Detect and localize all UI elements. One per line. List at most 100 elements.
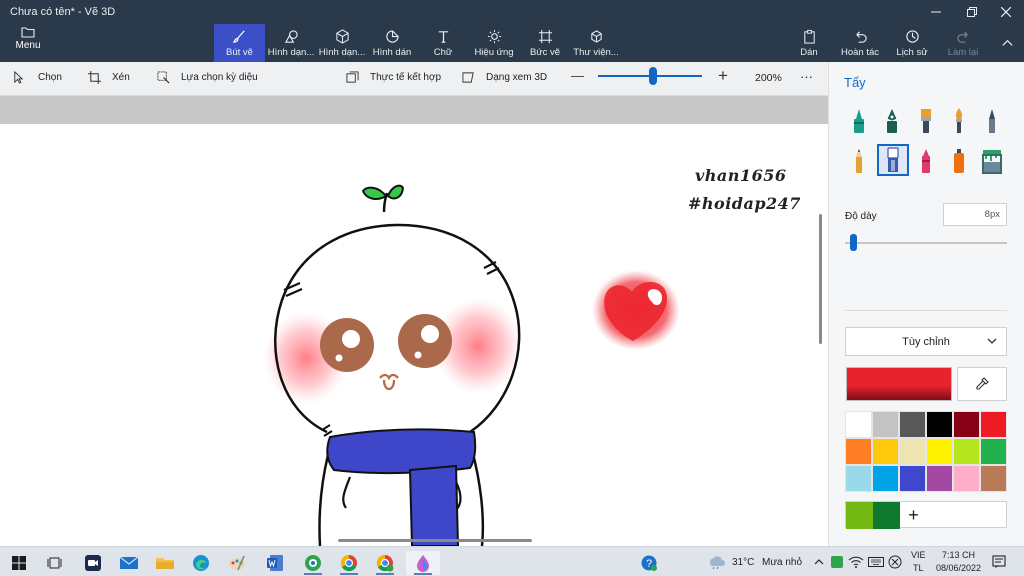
taskbar-app-mail[interactable] <box>112 551 146 575</box>
tool-label: Hiệu ứng <box>474 46 514 58</box>
tray-app-icon[interactable] <box>830 555 844 569</box>
taskbar-app-running[interactable] <box>296 551 330 575</box>
palette-swatch[interactable] <box>872 411 899 438</box>
more-options-button[interactable]: ··· <box>800 69 813 84</box>
crop-button[interactable]: Xén <box>88 71 130 84</box>
tool-3d-shapes[interactable]: Hình dạn... <box>317 24 367 62</box>
network-off-icon[interactable] <box>888 555 902 569</box>
brush-pencil[interactable] <box>844 146 874 176</box>
language-code[interactable]: VIE <box>911 550 926 560</box>
notifications-icon[interactable] <box>992 555 1006 569</box>
taskbar-app-chrome-profile[interactable] <box>368 551 402 575</box>
taskbar-app-word[interactable] <box>258 551 292 575</box>
vertical-scrollbar[interactable] <box>819 214 822 344</box>
zoom-slider-thumb[interactable] <box>649 67 657 85</box>
mail-icon <box>119 556 139 569</box>
paste-button[interactable]: Dán <box>792 24 826 62</box>
brush-marker[interactable] <box>844 106 874 136</box>
brush-eraser[interactable] <box>877 144 909 176</box>
taskbar-app-paint-3d[interactable] <box>406 551 440 575</box>
wifi-icon[interactable] <box>848 556 864 568</box>
brush-fill[interactable] <box>977 146 1007 176</box>
start-button[interactable] <box>2 551 36 575</box>
palette-swatch[interactable] <box>953 411 980 438</box>
palette-swatch[interactable] <box>953 465 980 492</box>
palette-swatch[interactable] <box>926 438 953 465</box>
custom-swatch[interactable] <box>873 502 900 529</box>
keyboard-icon[interactable] <box>868 556 884 568</box>
weather-temperature[interactable]: 31°C <box>732 557 754 568</box>
zoom-in-button[interactable]: + <box>718 66 728 86</box>
restore-button[interactable] <box>954 2 990 22</box>
brush-watercolor[interactable] <box>944 106 974 136</box>
chevron-up-icon[interactable] <box>814 557 824 567</box>
thickness-slider-track[interactable] <box>845 242 1007 244</box>
palette-swatch[interactable] <box>980 411 1007 438</box>
horizontal-scrollbar[interactable] <box>338 539 532 542</box>
tool-3d-library[interactable]: Thư viện... <box>570 24 622 62</box>
brush-pixel-pen[interactable] <box>977 106 1007 136</box>
taskbar-app-paint[interactable] <box>220 551 254 575</box>
thickness-slider-thumb[interactable] <box>850 234 858 251</box>
tool-effects[interactable]: Hiệu ứng <box>470 24 518 62</box>
clock-time[interactable]: 7:13 CH <box>942 550 975 560</box>
palette-swatch[interactable] <box>953 438 980 465</box>
taskbar-app-file-explorer[interactable] <box>148 551 182 575</box>
palette-swatch[interactable] <box>926 411 953 438</box>
select-button[interactable]: Chọn <box>12 71 62 84</box>
tool-stickers[interactable]: Hình dán <box>368 24 416 62</box>
tool-text[interactable]: Chữ <box>420 24 466 62</box>
palette-swatch[interactable] <box>872 465 899 492</box>
custom-swatch[interactable] <box>846 502 873 529</box>
taskbar-app-chrome[interactable] <box>332 551 366 575</box>
redo-button[interactable]: Làm lại <box>942 24 984 62</box>
tool-label: Thư viện... <box>573 46 619 58</box>
palette-swatch[interactable] <box>926 465 953 492</box>
zoom-out-button[interactable]: — <box>571 68 584 83</box>
brush-crayon[interactable] <box>911 146 941 176</box>
task-view-button[interactable] <box>38 551 72 575</box>
color-mode-dropdown[interactable]: Tùy chỉnh <box>845 327 1007 356</box>
minimize-button[interactable] <box>918 2 954 22</box>
text-icon <box>438 30 448 43</box>
brush-calligraphy-pen[interactable] <box>877 106 907 136</box>
tool-2d-shapes[interactable]: Hình dạn... <box>266 24 316 62</box>
brush-oil[interactable] <box>911 106 941 136</box>
palette-swatch[interactable] <box>980 438 1007 465</box>
palette-swatch[interactable] <box>980 465 1007 492</box>
view-3d-button[interactable]: Dạng xem 3D <box>462 71 547 84</box>
clock-date[interactable]: 08/06/2022 <box>936 563 981 573</box>
eyedropper-button[interactable] <box>957 367 1007 401</box>
mixed-reality-label: Thực tế kết hợp <box>370 72 442 83</box>
thickness-label: Độ dày <box>845 211 877 222</box>
weather-description[interactable]: Mưa nhỏ <box>762 557 802 568</box>
current-color-swatch[interactable] <box>846 367 952 401</box>
palette-swatch[interactable] <box>845 438 872 465</box>
add-color-button[interactable]: + <box>900 502 927 529</box>
undo-button[interactable]: Hoàn tác <box>838 24 882 62</box>
palette-swatch[interactable] <box>899 411 926 438</box>
mixed-reality-button[interactable]: Thực tế kết hợp <box>346 71 441 84</box>
taskbar-app-edge[interactable] <box>184 551 218 575</box>
magic-select-button[interactable]: Lựa chọn kỳ diệu <box>157 71 258 84</box>
palette-swatch[interactable] <box>899 465 926 492</box>
thickness-input[interactable]: 8px <box>943 203 1007 226</box>
input-method[interactable]: TL <box>913 563 924 573</box>
drawing-canvas[interactable]: vhan1656 #hoidap247 <box>0 124 820 546</box>
palette-swatch[interactable] <box>899 438 926 465</box>
effects-icon <box>487 29 501 43</box>
collapse-ribbon-button[interactable] <box>994 24 1020 62</box>
brush-spray-can[interactable] <box>944 146 974 176</box>
palette-swatch[interactable] <box>845 465 872 492</box>
help-tray-button[interactable]: ? <box>632 551 666 575</box>
palette-swatch[interactable] <box>845 411 872 438</box>
tool-canvas[interactable]: Bức vẽ <box>522 24 568 62</box>
menu-button[interactable]: Menu <box>6 26 50 58</box>
close-button[interactable] <box>988 2 1024 22</box>
palette-swatch[interactable] <box>872 438 899 465</box>
zoom-level[interactable]: 200% <box>755 72 782 84</box>
color-mode-label: Tùy chỉnh <box>902 335 950 348</box>
history-button[interactable]: Lịch sử <box>892 24 932 62</box>
tool-brushes[interactable]: Bút vẽ <box>214 24 265 62</box>
taskbar-app-zoom[interactable] <box>76 551 110 575</box>
